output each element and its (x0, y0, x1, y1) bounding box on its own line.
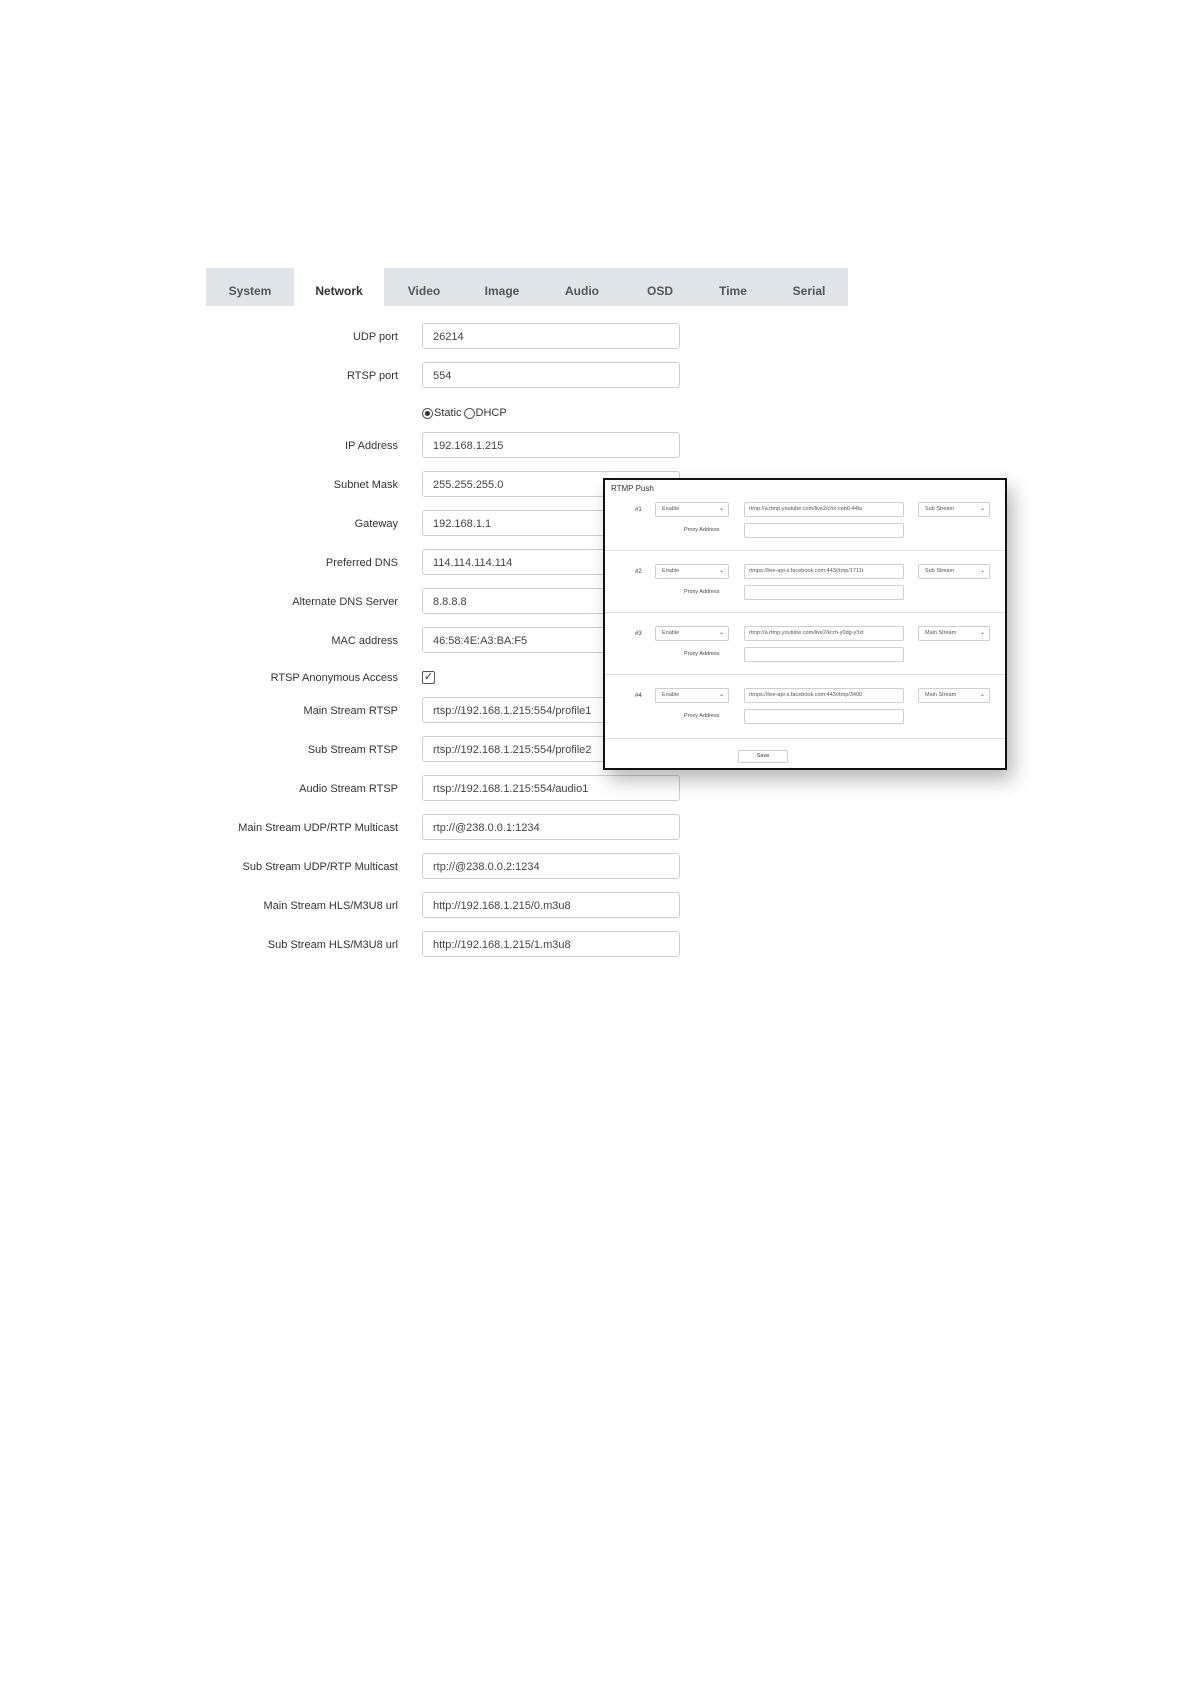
subnet-mask-label: Subnet Mask (333, 479, 398, 491)
rtmp-enable-select[interactable]: Enable ⌄ (655, 564, 729, 579)
sub-multicast-row: Sub Stream UDP/RTP Multicast rtp://@238.… (206, 853, 686, 881)
rtmp-push-panel: RTMP Push #1 Enable ⌄ rtmp://a.rtmp.yout… (603, 478, 1007, 770)
rtmp-enable-value: Enable (662, 692, 680, 698)
rtmp-proxy-label: Proxy Address (684, 527, 720, 533)
rtmp-proxy-input[interactable] (744, 523, 904, 538)
rtmp-divider (605, 738, 1005, 739)
main-multicast-label: Main Stream UDP/RTP Multicast (238, 822, 398, 834)
rtmp-entry-3: #3 Enable ⌄ rtmp://a.rtmp.youtube.com/li… (609, 618, 1001, 678)
audio-rtsp-input[interactable]: rtsp://192.168.1.215:554/audio1 (422, 775, 680, 801)
rtsp-port-row: RTSP port 554 (206, 362, 686, 390)
ip-address-input[interactable]: 192.168.1.215 (422, 432, 680, 458)
tab-video[interactable]: Video (384, 268, 464, 306)
rtmp-stream-value: Main Stream (925, 692, 957, 698)
tab-serial[interactable]: Serial (770, 268, 848, 306)
dhcp-radio[interactable] (463, 407, 475, 419)
rtmp-stream-value: Main Stream (925, 630, 957, 636)
rtmp-proxy-input[interactable] (744, 647, 904, 662)
rtmp-entry-number: #1 (635, 507, 642, 513)
chevron-down-icon: ⌄ (718, 568, 724, 574)
chevron-down-icon: ⌄ (979, 692, 985, 698)
tab-network[interactable]: Network (294, 268, 384, 306)
rtmp-url-input[interactable]: rtmp://a.rtmp.youtube.com/live2/kcrh-y0d… (744, 626, 904, 641)
udp-port-input[interactable]: 26214 (422, 323, 680, 349)
rtmp-url-input[interactable]: rtmps://live-api-s.facebook.com:443/rtmp… (744, 564, 904, 579)
rtmp-stream-select[interactable]: Sub Stream ⌄ (918, 564, 990, 579)
tab-time[interactable]: Time (696, 268, 770, 306)
ip-address-row: IP Address 192.168.1.215 (206, 432, 686, 460)
rtmp-entry-number: #3 (635, 631, 642, 637)
udp-port-label: UDP port (352, 331, 398, 343)
chevron-down-icon: ⌄ (979, 630, 985, 636)
rtmp-stream-select[interactable]: Main Stream ⌄ (918, 626, 990, 641)
dhcp-label: DHCP (475, 407, 507, 419)
rtsp-anonymous-label: RTSP Anonymous Access (270, 672, 398, 684)
static-radio[interactable] (422, 407, 433, 419)
preferred-dns-label: Preferred DNS (325, 557, 398, 569)
tab-osd[interactable]: OSD (624, 268, 696, 306)
rtmp-proxy-input[interactable] (744, 709, 904, 724)
rtmp-entry-number: #4 (635, 693, 642, 699)
rtmp-proxy-label: Proxy Address (684, 713, 720, 719)
sub-hls-input[interactable]: http://192.168.1.215/1.m3u8 (422, 931, 680, 957)
rtmp-proxy-input[interactable] (744, 585, 904, 600)
ip-mode-group: Static DHCP (422, 404, 507, 422)
settings-tabbar: System Network Video Image Audio OSD Tim… (206, 268, 848, 306)
rtmp-entry-number: #2 (635, 569, 642, 575)
rtmp-enable-value: Enable (662, 568, 680, 574)
ip-address-label: IP Address (345, 440, 398, 452)
rtmp-stream-select[interactable]: Main Stream ⌄ (918, 688, 990, 703)
main-rtsp-label: Main Stream RTSP (303, 705, 398, 717)
rtmp-save-button[interactable]: Save (738, 750, 788, 763)
rtmp-stream-value: Sub Stream (925, 568, 955, 574)
rtmp-stream-select[interactable]: Sub Stream ⌄ (918, 502, 990, 517)
rtmp-proxy-label: Proxy Address (684, 651, 720, 657)
rtmp-stream-value: Sub Stream (925, 506, 955, 512)
chevron-down-icon: ⌄ (718, 506, 724, 512)
rtmp-enable-select[interactable]: Enable ⌄ (655, 688, 729, 703)
tab-image[interactable]: Image (464, 268, 540, 306)
alternate-dns-label: Alternate DNS Server (292, 596, 398, 608)
audio-rtsp-row: Audio Stream RTSP rtsp://192.168.1.215:5… (206, 775, 686, 803)
rtsp-port-label: RTSP port (347, 370, 398, 382)
sub-rtsp-label: Sub Stream RTSP (307, 744, 398, 756)
rtmp-enable-value: Enable (662, 506, 680, 512)
rtmp-push-title: RTMP Push (611, 484, 654, 493)
rtmp-entry-2: #2 Enable ⌄ rtmps://live-api-s.facebook.… (609, 556, 1001, 616)
main-multicast-row: Main Stream UDP/RTP Multicast rtp://@238… (206, 814, 686, 842)
rtmp-divider (605, 612, 1005, 613)
main-hls-label: Main Stream HLS/M3U8 url (263, 900, 399, 912)
main-hls-row: Main Stream HLS/M3U8 url http://192.168.… (206, 892, 686, 920)
rtmp-url-input[interactable]: rtmps://live-api-s.facebook.com:443/rtmp… (744, 688, 904, 703)
rtmp-divider (605, 674, 1005, 675)
audio-rtsp-label: Audio Stream RTSP (299, 783, 398, 795)
rtmp-entry-4: #4 Enable ⌄ rtmps://live-api-s.facebook.… (609, 680, 1001, 740)
sub-multicast-input[interactable]: rtp://@238.0.0.2:1234 (422, 853, 680, 879)
udp-port-row: UDP port 26214 (206, 323, 686, 351)
static-label: Static (434, 407, 462, 419)
gateway-label: Gateway (354, 518, 398, 530)
rtsp-port-input[interactable]: 554 (422, 362, 680, 388)
rtmp-proxy-label: Proxy Address (684, 589, 720, 595)
rtsp-anonymous-checkbox[interactable]: ✓ (422, 671, 435, 684)
mac-address-label: MAC address (331, 635, 398, 647)
tab-system[interactable]: System (206, 268, 294, 306)
rtmp-enable-select[interactable]: Enable ⌄ (655, 626, 729, 641)
rtmp-entry-1: #1 Enable ⌄ rtmp://a.rtmp.youtube.com/li… (609, 494, 1001, 554)
chevron-down-icon: ⌄ (979, 568, 985, 574)
chevron-down-icon: ⌄ (979, 506, 985, 512)
rtmp-url-input[interactable]: rtmp://a.rtmp.youtube.com/live2/chx-ceb6… (744, 502, 904, 517)
rtmp-enable-value: Enable (662, 630, 680, 636)
sub-hls-label: Sub Stream HLS/M3U8 url (267, 939, 398, 951)
chevron-down-icon: ⌄ (718, 692, 724, 698)
chevron-down-icon: ⌄ (718, 630, 724, 636)
sub-hls-row: Sub Stream HLS/M3U8 url http://192.168.1… (206, 931, 686, 959)
sub-multicast-label: Sub Stream UDP/RTP Multicast (242, 861, 398, 873)
rtmp-enable-select[interactable]: Enable ⌄ (655, 502, 729, 517)
rtmp-divider (605, 550, 1005, 551)
tab-audio[interactable]: Audio (540, 268, 624, 306)
main-multicast-input[interactable]: rtp://@238.0.0.1:1234 (422, 814, 680, 840)
main-hls-input[interactable]: http://192.168.1.215/0.m3u8 (422, 892, 680, 918)
